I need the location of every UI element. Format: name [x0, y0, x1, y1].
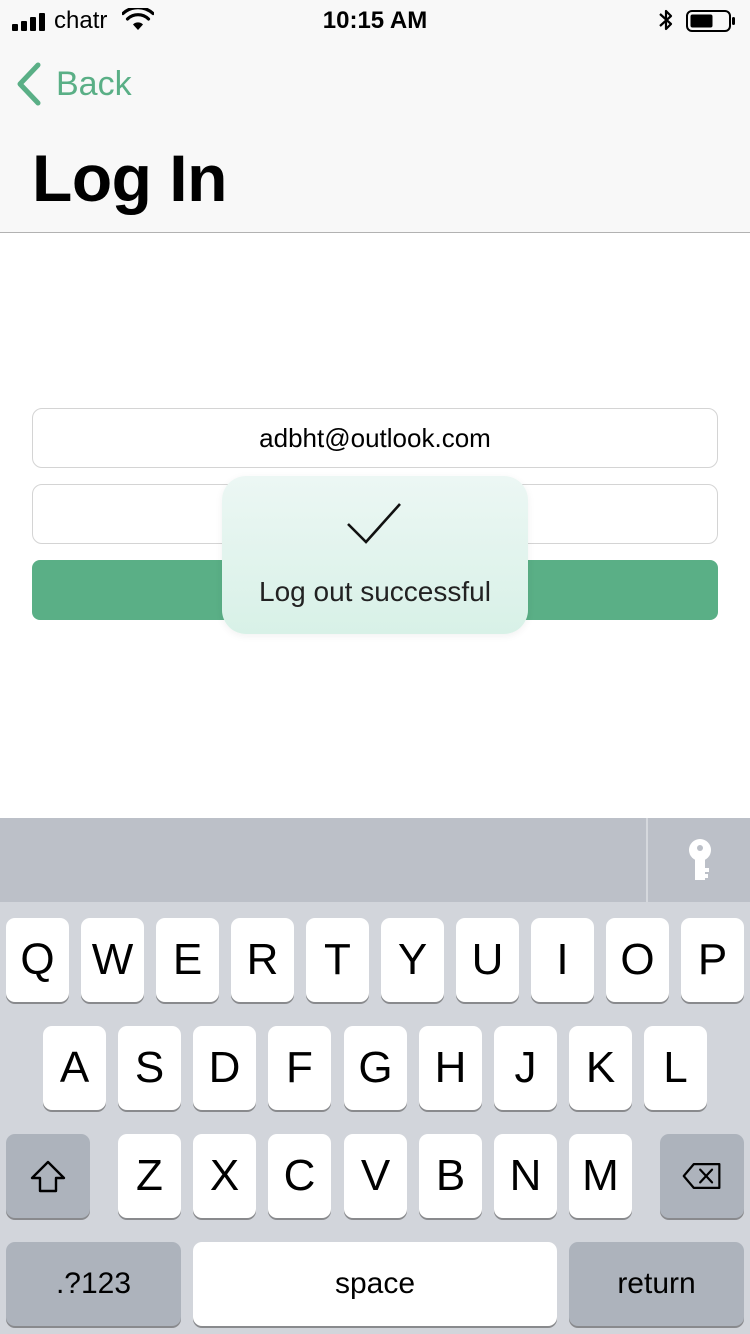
status-time: 10:15 AM — [322, 7, 428, 34]
key-u[interactable]: U — [456, 918, 519, 1002]
space-key[interactable]: space — [193, 1242, 557, 1326]
key-c[interactable]: C — [268, 1134, 331, 1218]
password-key-icon[interactable] — [680, 838, 720, 884]
key-a[interactable]: A — [43, 1026, 106, 1110]
status-bar: chatr 10:15 AM — [0, 0, 750, 40]
toolbar-divider — [646, 818, 648, 902]
email-field[interactable]: adbht@outlook.com — [32, 408, 718, 468]
key-k[interactable]: K — [569, 1026, 632, 1110]
chevron-left-icon — [17, 62, 41, 106]
key-p[interactable]: P — [681, 918, 744, 1002]
key-x[interactable]: X — [193, 1134, 256, 1218]
key-l[interactable]: L — [644, 1026, 707, 1110]
key-d[interactable]: D — [193, 1026, 256, 1110]
numbers-key[interactable]: .?123 — [6, 1242, 181, 1326]
key-h[interactable]: H — [419, 1026, 482, 1110]
key-w[interactable]: W — [81, 918, 144, 1002]
key-v[interactable]: V — [344, 1134, 407, 1218]
success-toast: Log out successful — [222, 476, 528, 634]
key-n[interactable]: N — [494, 1134, 557, 1218]
key-s[interactable]: S — [118, 1026, 181, 1110]
key-e[interactable]: E — [156, 918, 219, 1002]
keyboard: Q W E R T Y U I O P A S D F G H J K L Z … — [0, 902, 750, 1334]
key-m[interactable]: M — [569, 1134, 632, 1218]
key-y[interactable]: Y — [381, 918, 444, 1002]
keyboard-toolbar — [0, 818, 750, 902]
key-g[interactable]: G — [344, 1026, 407, 1110]
backspace-icon — [682, 1163, 721, 1189]
key-b[interactable]: B — [419, 1134, 482, 1218]
navigation-bar: Back Log In — [0, 40, 750, 233]
battery-icon — [686, 10, 735, 32]
key-f[interactable]: F — [268, 1026, 331, 1110]
key-r[interactable]: R — [231, 918, 294, 1002]
shift-arrow-icon — [30, 1160, 66, 1193]
key-t[interactable]: T — [306, 918, 369, 1002]
back-label: Back — [56, 64, 132, 103]
key-j[interactable]: J — [494, 1026, 557, 1110]
delete-key[interactable] — [660, 1134, 744, 1218]
shift-key[interactable] — [6, 1134, 90, 1218]
back-button[interactable]: Back — [16, 62, 132, 106]
key-i[interactable]: I — [531, 918, 594, 1002]
key-z[interactable]: Z — [118, 1134, 181, 1218]
page-title: Log In — [32, 141, 227, 215]
key-q[interactable]: Q — [6, 918, 69, 1002]
return-key[interactable]: return — [569, 1242, 744, 1326]
key-o[interactable]: O — [606, 918, 669, 1002]
checkmark-icon — [347, 503, 401, 544]
bluetooth-icon — [659, 9, 673, 31]
toast-message: Log out successful — [259, 576, 491, 607]
